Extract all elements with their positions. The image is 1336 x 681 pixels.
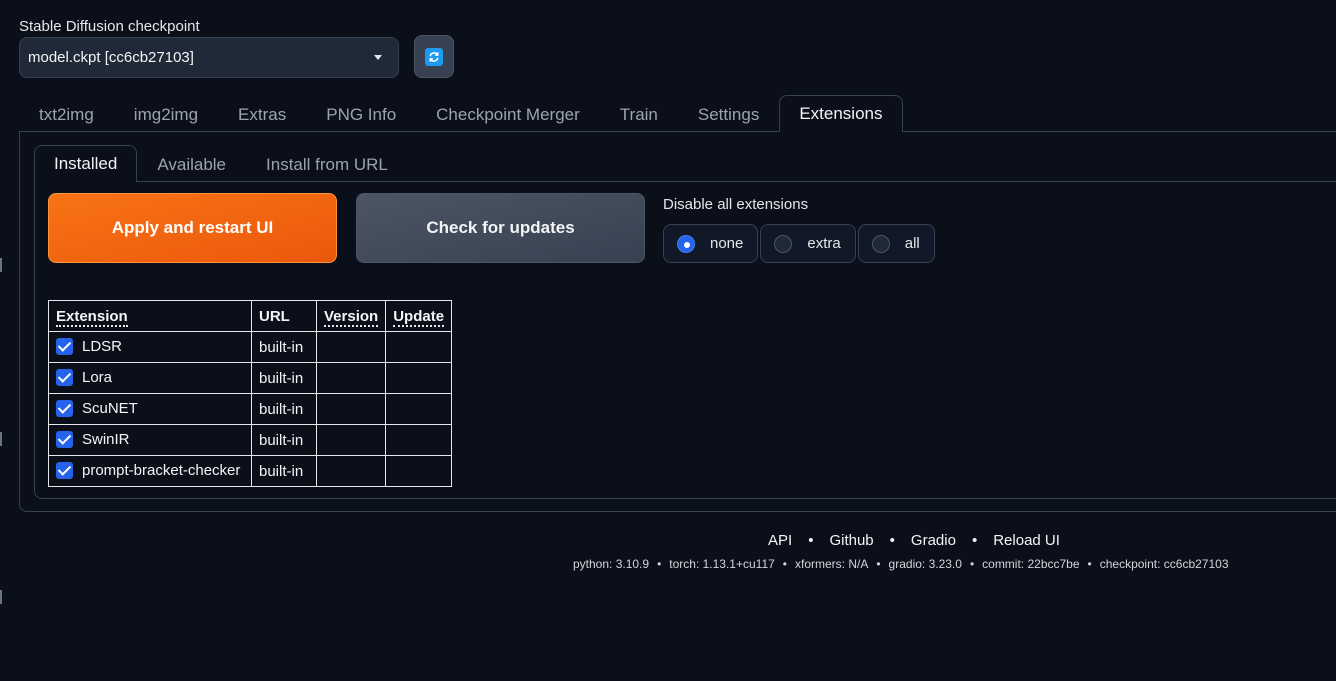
- bullet-separator: •: [876, 557, 881, 571]
- disable-extensions-radio-group: none extra all: [663, 224, 935, 263]
- header-extension: Extension: [48, 300, 252, 332]
- version-item: gradio: 3.23.0: [888, 557, 962, 571]
- footer-link-github[interactable]: Github: [829, 532, 873, 549]
- extension-name-cell: ScuNET: [48, 393, 252, 425]
- tab-settings[interactable]: Settings: [678, 96, 779, 132]
- version-item: torch: 1.13.1+cu117: [669, 557, 775, 571]
- radio-option-label: extra: [807, 235, 841, 252]
- header-version: Version: [315, 300, 387, 332]
- bullet-separator: •: [969, 557, 975, 571]
- apply-and-restart-button[interactable]: Apply and restart UI: [48, 193, 337, 263]
- tab-checkpoint-merger[interactable]: Checkpoint Merger: [416, 96, 600, 132]
- edge-mark: [0, 590, 2, 604]
- footer-links: API • Github • Gradio • Reload UI: [768, 532, 1060, 549]
- extension-version-cell: [315, 455, 387, 487]
- extension-name: Lora: [82, 369, 113, 387]
- table-row: LDSR built-in: [48, 331, 453, 363]
- extension-name-cell: Lora: [48, 362, 252, 394]
- tab-img2img[interactable]: img2img: [114, 96, 218, 132]
- version-item: checkpoint: cc6cb27103: [1099, 557, 1229, 571]
- extension-update-cell: [385, 393, 453, 425]
- radio-button[interactable]: [774, 234, 793, 253]
- extension-url-cell: built-in: [251, 362, 317, 394]
- radio-option-label: none: [710, 235, 744, 252]
- enable-checkbox[interactable]: [56, 368, 73, 386]
- extension-name: LDSR: [82, 338, 123, 356]
- bullet-separator: •: [971, 532, 978, 549]
- checkpoint-dropdown[interactable]: model.ckpt [cc6cb27103]: [19, 37, 399, 78]
- footer-link-gradio[interactable]: Gradio: [911, 532, 956, 549]
- checkpoint-label: Stable Diffusion checkpoint: [19, 18, 200, 35]
- header-url: URL: [251, 300, 317, 332]
- bullet-separator: •: [808, 532, 814, 549]
- disable-extensions-label: Disable all extensions: [663, 196, 809, 213]
- extension-update-cell: [385, 362, 453, 394]
- tab-extensions[interactable]: Extensions: [779, 95, 903, 132]
- tab-png-info[interactable]: PNG Info: [306, 96, 416, 132]
- radio-option-all[interactable]: all: [857, 224, 935, 263]
- table-row: ScuNET built-in: [48, 393, 453, 425]
- bullet-separator: •: [657, 557, 662, 571]
- extensions-table: Extension URL Version Update LDSR built-i…: [48, 300, 453, 487]
- footer-link-reload-ui[interactable]: Reload UI: [993, 532, 1060, 549]
- version-item: xformers: N/A: [795, 557, 869, 571]
- extension-version-cell: [315, 424, 387, 456]
- extension-update-cell: [385, 424, 453, 456]
- subtab-installed[interactable]: Installed: [34, 145, 138, 182]
- version-info: python: 3.10.9 • torch: 1.13.1+cu117 • xform…: [573, 557, 1229, 571]
- radio-option-label: all: [904, 235, 920, 252]
- refresh-checkpoint-button[interactable]: [414, 35, 454, 78]
- page: Stable Diffusion checkpoint model.ckpt […: [0, 0, 1336, 681]
- bullet-separator: •: [1087, 557, 1092, 571]
- enable-checkbox[interactable]: [56, 399, 73, 417]
- edge-mark: [0, 258, 2, 272]
- bullet-separator: •: [889, 532, 895, 549]
- version-item: python: 3.10.9: [573, 557, 650, 571]
- extension-name-cell: SwinIR: [48, 424, 252, 456]
- version-item: commit: 22bcc7be: [982, 557, 1080, 571]
- extension-url-cell: built-in: [251, 393, 317, 425]
- extension-name: ScuNET: [82, 400, 138, 418]
- radio-button[interactable]: [871, 234, 890, 253]
- enable-checkbox[interactable]: [56, 337, 73, 355]
- extension-url-cell: built-in: [251, 331, 317, 363]
- table-row: Lora built-in: [48, 362, 453, 394]
- subtab-available[interactable]: Available: [137, 146, 246, 182]
- extension-version-cell: [315, 362, 387, 394]
- footer-link-api[interactable]: API: [768, 532, 792, 549]
- header-update: Update: [385, 300, 453, 332]
- tab-train[interactable]: Train: [600, 96, 678, 132]
- radio-button[interactable]: [677, 234, 695, 253]
- refresh-icon: [425, 47, 443, 66]
- extensions-sub-tab-bar: Installed Available Install from URL: [34, 145, 408, 182]
- chevron-down-icon: [374, 55, 382, 60]
- check-for-updates-button[interactable]: Check for updates: [356, 193, 645, 263]
- enable-checkbox[interactable]: [56, 461, 73, 479]
- main-tab-bar: txt2img img2img Extras PNG Info Checkpoint M…: [19, 95, 903, 132]
- edge-mark: [0, 432, 2, 446]
- extension-url-cell: built-in: [251, 455, 317, 487]
- extension-version-cell: [315, 393, 387, 425]
- extension-name-cell: prompt-bracket-checker: [48, 455, 252, 487]
- radio-option-none[interactable]: none: [663, 224, 759, 263]
- table-row: SwinIR built-in: [48, 424, 453, 456]
- table-header-row: Extension URL Version Update: [48, 300, 453, 332]
- extension-url-cell: built-in: [251, 424, 317, 456]
- bullet-separator: •: [782, 557, 787, 571]
- subtab-install-from-url[interactable]: Install from URL: [246, 146, 408, 182]
- table-row: prompt-bracket-checker built-in: [48, 455, 453, 487]
- extension-update-cell: [385, 455, 453, 487]
- extension-name: prompt-bracket-checker: [82, 462, 241, 480]
- checkpoint-value: model.ckpt [cc6cb27103]: [28, 49, 194, 66]
- enable-checkbox[interactable]: [56, 430, 73, 448]
- extension-version-cell: [315, 331, 387, 363]
- tab-txt2img[interactable]: txt2img: [19, 96, 114, 132]
- extension-name-cell: LDSR: [48, 331, 252, 363]
- extension-update-cell: [385, 331, 453, 363]
- extension-name: SwinIR: [82, 431, 130, 449]
- radio-option-extra[interactable]: extra: [760, 224, 856, 263]
- tab-extras[interactable]: Extras: [218, 96, 306, 132]
